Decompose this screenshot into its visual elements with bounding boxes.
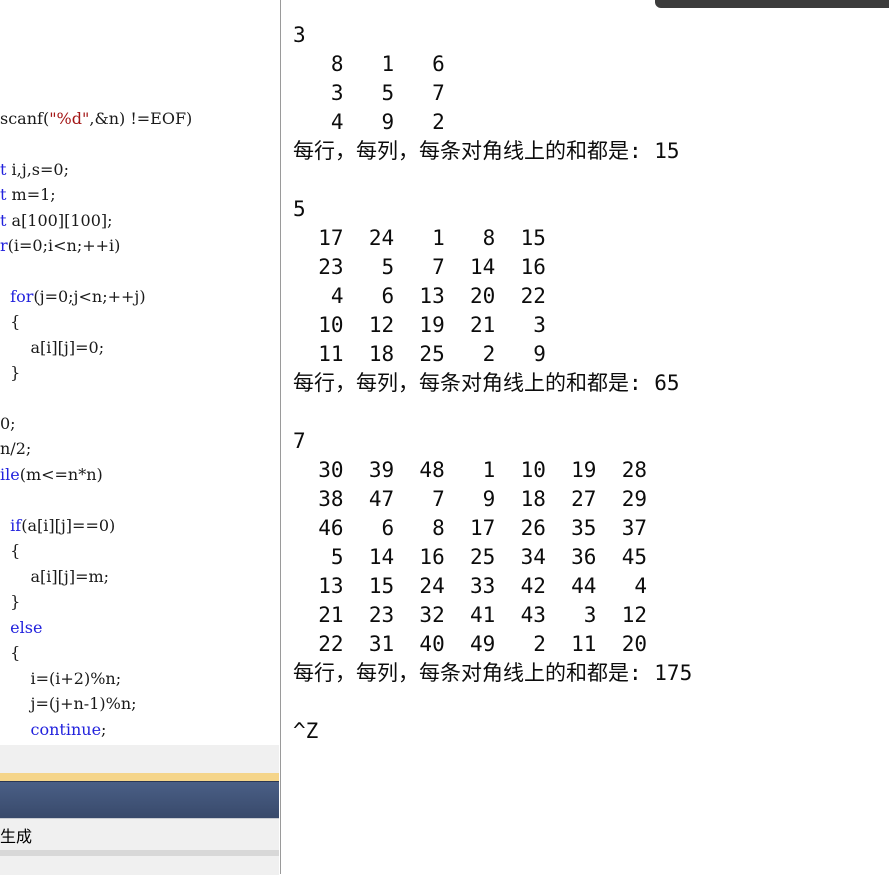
editor-horizontal-scrollbar[interactable] (0, 745, 279, 773)
code-line[interactable]: if(a[i][j]==0) (0, 513, 115, 538)
code-token: (j=0;j<n;++j) (33, 287, 146, 306)
keyword-token: ile (0, 465, 20, 484)
code-token: a[i][j]=m; (0, 567, 110, 586)
code-token: i,j,s=0; (6, 160, 69, 179)
console-line: 10 12 19 21 3 (293, 313, 546, 337)
code-token: j=(j+n-1)%n; (0, 694, 137, 713)
code-line[interactable]: } (0, 589, 20, 614)
console-line: 11 18 25 2 9 (293, 342, 546, 366)
console-line: 38 47 7 9 18 27 29 (293, 487, 648, 511)
keyword-token: if (0, 516, 22, 535)
console-line: 23 5 7 14 16 (293, 255, 546, 279)
console-line: 30 39 48 1 10 19 28 (293, 458, 648, 482)
output-panel (0, 818, 279, 875)
code-line[interactable]: scanf("%d",&n) !=EOF) (0, 106, 192, 131)
code-line[interactable]: { (0, 640, 20, 665)
console-titlebar[interactable] (655, 0, 889, 8)
code-token: (i=0;i<n;++i) (7, 236, 121, 255)
console-line: 8 1 6 (293, 52, 445, 76)
code-token: } (0, 363, 21, 382)
console-sum-line: 每行，每列，每条对角线上的和都是: 175 (293, 661, 693, 685)
code-line[interactable]: i=(i+2)%n; (0, 666, 122, 691)
code-token: m=1; (6, 185, 56, 204)
code-token: { (0, 312, 21, 331)
code-token: { (0, 643, 21, 662)
panel-splitter[interactable] (0, 773, 279, 781)
console-line: 4 9 2 (293, 110, 445, 134)
code-line[interactable]: for(j=0;j<n;++j) (0, 284, 146, 309)
console-line: 46 6 8 17 26 35 37 (293, 516, 648, 540)
console-line: 4 6 13 20 22 (293, 284, 546, 308)
code-token: scanf( (0, 109, 50, 128)
output-panel-titlebar (0, 781, 279, 819)
console-sum-line: 每行，每列，每条对角线上的和都是: 15 (293, 139, 680, 163)
console-line: 3 5 7 (293, 81, 445, 105)
code-line[interactable]: { (0, 538, 20, 563)
code-line[interactable]: a[i][j]=m; (0, 564, 110, 589)
code-line[interactable]: else (0, 615, 42, 640)
code-token: a[i][j]=0; (0, 338, 105, 357)
code-line[interactable]: { (0, 309, 20, 334)
code-line[interactable]: 0; (0, 411, 16, 436)
console-sum-line: 每行，每列，每条对角线上的和都是: 65 (293, 371, 680, 395)
code-line[interactable]: a[i][j]=0; (0, 335, 105, 360)
console-line: 17 24 1 8 15 (293, 226, 546, 250)
console-line: 22 31 40 49 2 11 20 (293, 632, 648, 656)
code-token: n/2; (0, 439, 32, 458)
code-token: i=(i+2)%n; (0, 669, 122, 688)
console-line: 13 15 24 33 42 44 4 (293, 574, 648, 598)
code-token: a[100][100]; (6, 211, 113, 230)
output-panel-scrollbar[interactable] (0, 850, 279, 856)
code-line[interactable]: r(i=0;i<n;++i) (0, 233, 120, 258)
keyword-token: r (0, 236, 8, 255)
code-token: } (0, 592, 21, 611)
keyword-token: else (0, 618, 43, 637)
console-line: 3 (293, 23, 306, 47)
code-line[interactable]: t m=1; (0, 182, 56, 207)
code-line[interactable]: t i,j,s=0; (0, 157, 69, 182)
console-line: ^Z (293, 719, 319, 743)
code-line[interactable]: ile(m<=n*n) (0, 462, 103, 487)
console-line: 5 14 16 25 34 36 45 (293, 545, 648, 569)
code-line[interactable]: t a[100][100]; (0, 208, 113, 233)
code-token: (a[i][j]==0) (21, 516, 116, 535)
code-editor[interactable]: scanf("%d",&n) !=EOF) t i,j,s=0; t m=1; t a… (0, 0, 279, 745)
code-line[interactable]: } (0, 360, 20, 385)
keyword-token: continue (0, 720, 102, 739)
code-line[interactable]: continue; (0, 717, 107, 742)
code-line[interactable]: n/2; (0, 436, 31, 461)
code-token: { (0, 541, 21, 560)
keyword-token: for (0, 287, 34, 306)
code-token: ; (101, 720, 107, 739)
code-line[interactable]: j=(j+n-1)%n; (0, 691, 137, 716)
console-line: 7 (293, 429, 306, 453)
code-token: 0; (0, 414, 16, 433)
console-line: 5 (293, 197, 306, 221)
code-token: (m<=n*n) (19, 465, 103, 484)
code-token: ,&n) !=EOF) (89, 109, 193, 128)
console-line: 21 23 32 41 43 3 12 (293, 603, 648, 627)
string-token: "%d" (49, 109, 90, 128)
output-panel-label: 生成 (0, 827, 33, 846)
